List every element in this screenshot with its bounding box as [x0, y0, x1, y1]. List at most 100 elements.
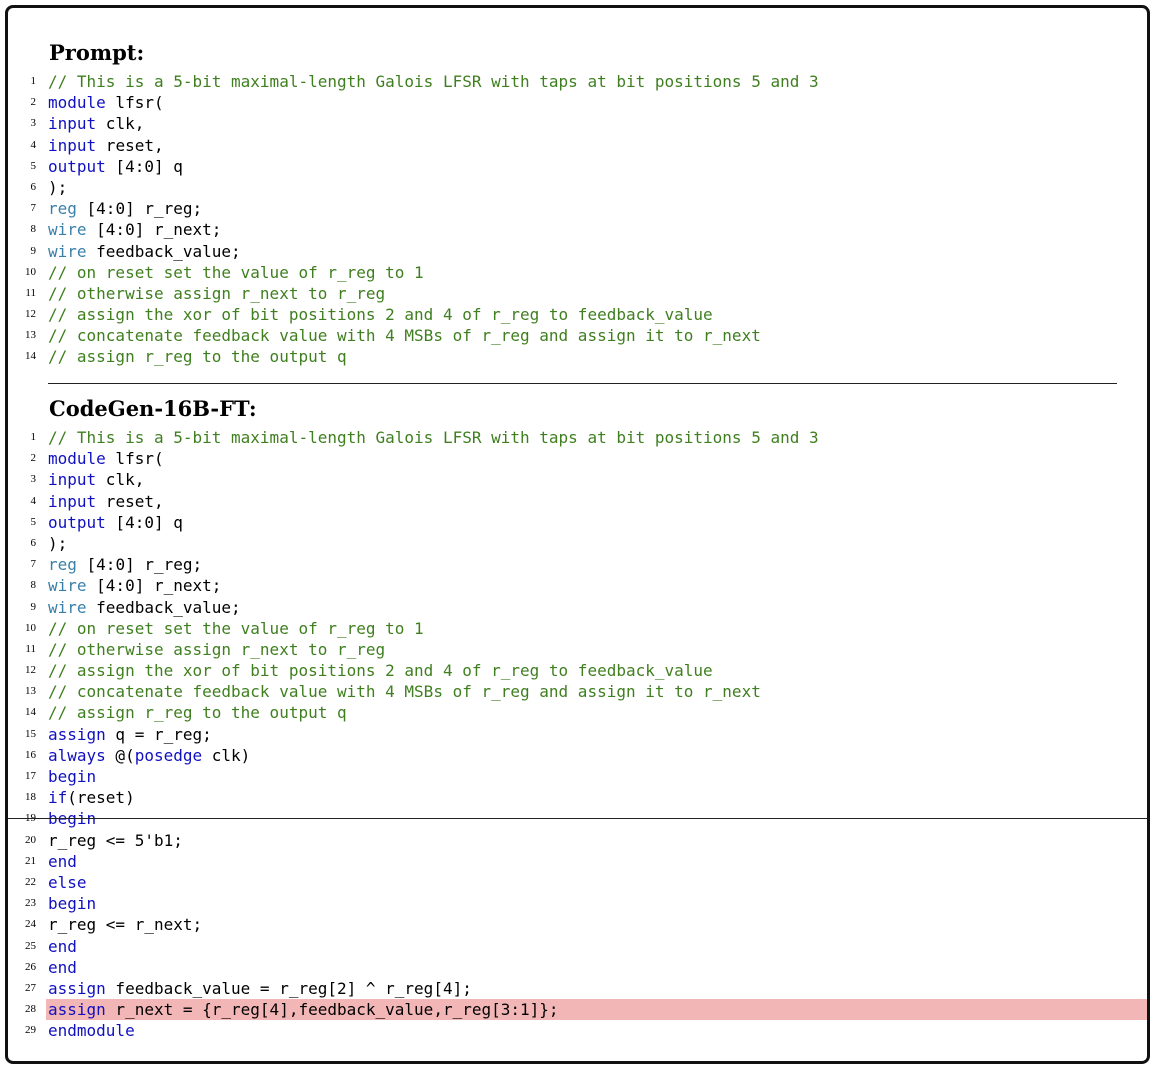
- code-text: input reset,: [48, 135, 164, 156]
- line-number: 20: [25, 833, 36, 846]
- line-number: 13: [25, 329, 36, 342]
- code-token: (reset): [67, 788, 135, 808]
- code-token: reg: [48, 555, 77, 575]
- code-text: // otherwise assign r_next to r_reg: [48, 283, 385, 304]
- code-token: [4:0] r_next;: [86, 576, 222, 596]
- code-token: assign: [48, 724, 106, 744]
- code-token: reset,: [96, 491, 164, 511]
- code-line: 7 reg [4:0] r_reg;: [8, 554, 1149, 575]
- code-token: [4:0] q: [105, 156, 183, 176]
- code-line: 4 input reset,: [8, 491, 1149, 512]
- code-text: always @(posedge clk): [48, 745, 250, 766]
- truncation-line: [8, 818, 1149, 819]
- code-text: // concatenate feedback value with 4 MSB…: [48, 325, 761, 346]
- code-token: module: [48, 449, 106, 469]
- line-number: 24: [25, 918, 36, 931]
- code-line: 2 module lfsr(: [8, 448, 1149, 469]
- line-number: 11: [25, 642, 36, 655]
- code-token: lfsr(: [105, 93, 164, 113]
- code-token: input: [48, 491, 97, 511]
- code-text: output [4:0] q: [48, 512, 183, 533]
- code-text: );: [48, 177, 67, 198]
- code-token: wire: [48, 220, 87, 240]
- code-text: // otherwise assign r_next to r_reg: [48, 639, 385, 660]
- code-token: // concatenate feedback value with 4 MSB…: [48, 326, 761, 346]
- code-token: output: [48, 512, 106, 532]
- code-text: // This is a 5-bit maximal-length Galois…: [48, 71, 819, 92]
- code-line: 12 // assign the xor of bit positions 2 a…: [8, 660, 1149, 681]
- code-text: output [4:0] q: [48, 156, 183, 177]
- code-token: // assign r_reg to the output q: [48, 703, 347, 723]
- code-text: end: [48, 936, 77, 957]
- code-token: input: [48, 470, 97, 490]
- code-text: r_reg <= 5'b1;: [48, 830, 183, 851]
- completion-title: CodeGen-16B-FT:: [49, 396, 257, 421]
- code-line: 4 input reset,: [8, 135, 1149, 156]
- code-token: // assign the xor of bit positions 2 and…: [48, 661, 713, 681]
- code-token: reg: [48, 199, 77, 219]
- line-number: 2: [30, 96, 37, 109]
- line-number: 16: [25, 748, 36, 761]
- line-number: 12: [25, 308, 36, 321]
- line-number: 5: [30, 515, 37, 528]
- code-token: // on reset set the value of r_reg to 1: [48, 262, 424, 282]
- line-number: 10: [25, 265, 36, 278]
- code-text: module lfsr(: [48, 92, 164, 113]
- line-number: 18: [25, 791, 36, 804]
- code-text: assign q = r_reg;: [48, 724, 212, 745]
- code-line: 22 else: [8, 872, 1149, 893]
- code-token: @(: [105, 745, 135, 765]
- code-line: 25 end: [8, 936, 1149, 957]
- code-token: wire: [48, 576, 87, 596]
- code-line: 2 module lfsr(: [8, 92, 1149, 113]
- line-number: 3: [30, 117, 37, 130]
- code-line: 20 r_reg <= 5'b1;: [8, 830, 1149, 851]
- code-token: always: [48, 745, 106, 765]
- code-token: [4:0] r_next;: [86, 220, 222, 240]
- code-line: 13 // concatenate feedback value with 4 M…: [8, 325, 1149, 346]
- code-text: wire [4:0] r_next;: [48, 575, 221, 596]
- code-text: wire feedback_value;: [48, 241, 241, 262]
- code-line: 17 begin: [8, 766, 1149, 787]
- code-text: reg [4:0] r_reg;: [48, 198, 202, 219]
- prompt-code-block: 1 // This is a 5-bit maximal-length Galoi…: [8, 71, 1149, 368]
- line-number: 4: [30, 494, 37, 507]
- line-number: 1: [30, 431, 37, 443]
- line-number: 7: [30, 558, 37, 571]
- line-number: 25: [25, 939, 36, 952]
- code-text: assign feedback_value = r_reg[2] ^ r_reg…: [48, 978, 472, 999]
- prompt-title: Prompt:: [49, 40, 145, 65]
- completion-code-block: 1 // This is a 5-bit maximal-length Galoi…: [8, 427, 1149, 1041]
- code-token: end: [48, 957, 77, 977]
- line-number: 6: [30, 180, 37, 193]
- code-text: endmodule: [48, 1020, 135, 1041]
- code-text: // assign r_reg to the output q: [48, 346, 347, 367]
- code-line: 10 // on reset set the value of r_reg to …: [8, 262, 1149, 283]
- code-text: // This is a 5-bit maximal-length Galois…: [48, 427, 819, 448]
- code-text: wire [4:0] r_next;: [48, 219, 221, 240]
- code-line: 27 assign feedback_value = r_reg[2] ^ r_r…: [8, 978, 1149, 999]
- code-token: // otherwise assign r_next to r_reg: [48, 639, 386, 659]
- code-line: 11 // otherwise assign r_next to r_reg: [8, 639, 1149, 660]
- code-token: reset,: [96, 135, 164, 155]
- code-line: 6);: [8, 533, 1149, 554]
- code-token: // assign the xor of bit positions 2 and…: [48, 305, 713, 325]
- code-token: begin: [48, 894, 97, 914]
- code-token: posedge: [134, 745, 203, 765]
- line-number: 9: [30, 244, 37, 257]
- line-number: 17: [25, 770, 36, 782]
- line-number: 29: [25, 1024, 36, 1037]
- code-line: 28 assign r_next = {r_reg[4],feedback_val…: [8, 999, 1149, 1021]
- code-token: feedback_value;: [86, 241, 241, 261]
- code-line: 9 wire feedback_value;: [8, 597, 1149, 618]
- code-token: wire: [48, 241, 87, 261]
- code-line: 23 begin: [8, 893, 1149, 914]
- code-token: r_reg <= r_next;: [48, 915, 203, 935]
- code-token: endmodule: [48, 1021, 135, 1041]
- code-text: begin: [48, 893, 96, 914]
- code-line: 7 reg [4:0] r_reg;: [8, 198, 1149, 219]
- code-token: input: [48, 135, 97, 155]
- code-line: 15 assign q = r_reg;: [8, 724, 1149, 745]
- code-token: end: [48, 851, 77, 871]
- code-text: assign r_next = {r_reg[4],feedback_value…: [48, 999, 559, 1020]
